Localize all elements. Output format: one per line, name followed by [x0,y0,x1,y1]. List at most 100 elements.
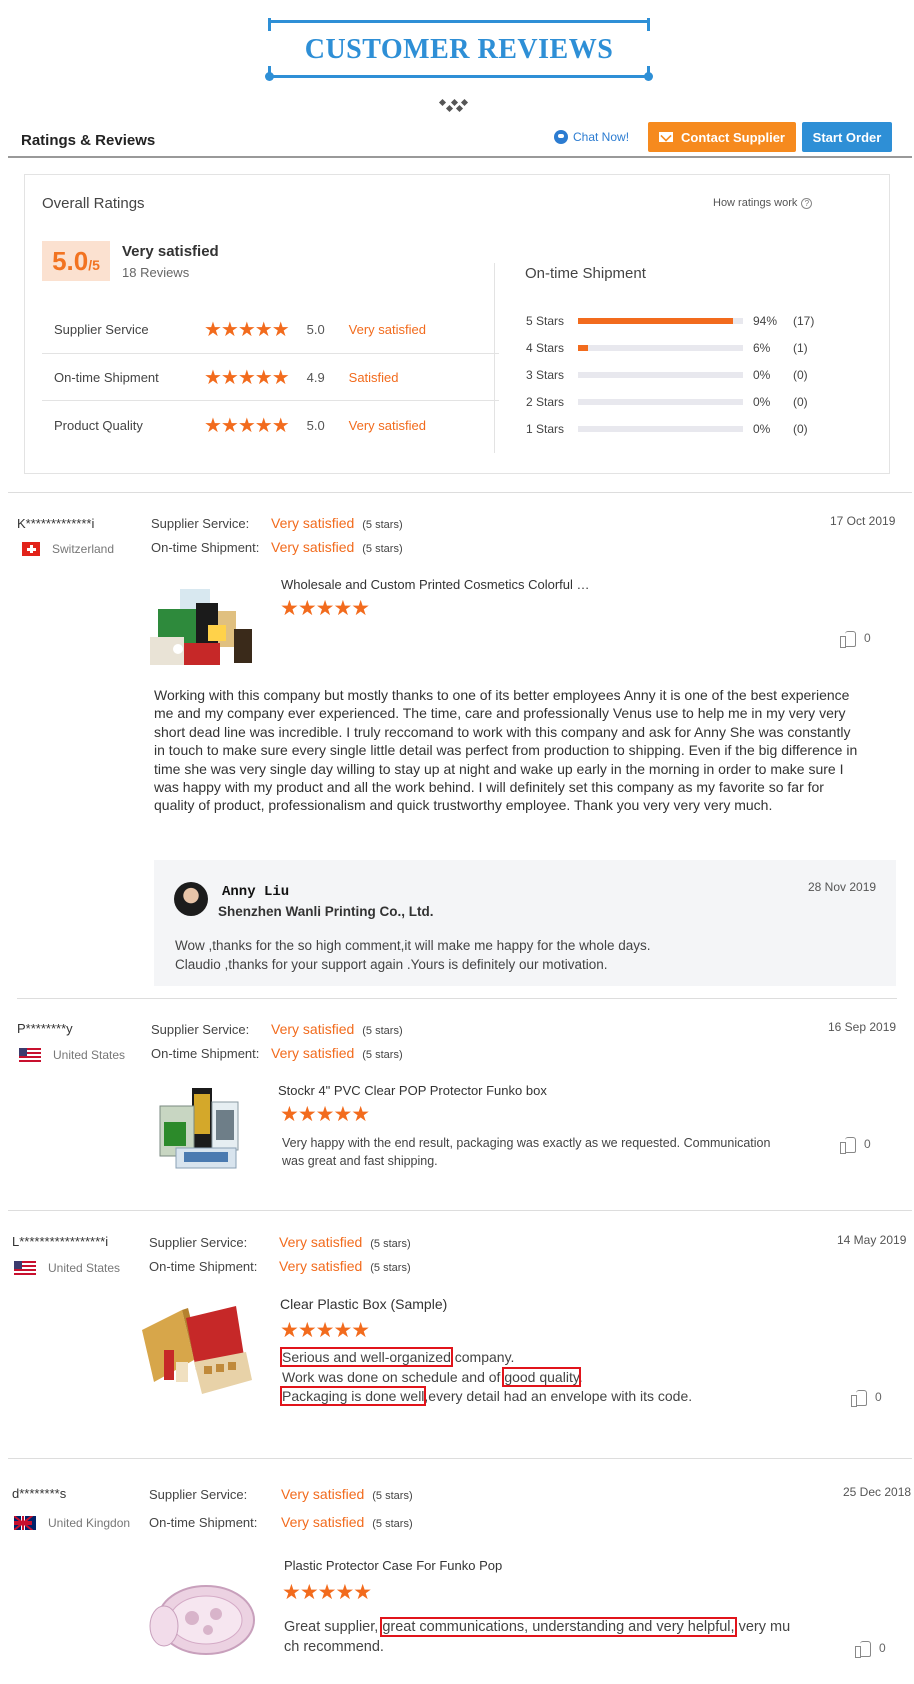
reply-company: Shenzhen Wanli Printing Co., Ltd. [218,904,434,919]
start-order-label: Start Order [812,129,882,145]
bar-track [578,345,743,351]
rating-desc: Very satisfied [348,321,426,337]
overall-ratings-title: Overall Ratings [42,195,145,212]
product-image[interactable] [136,1300,256,1400]
highlight-box: great communications, understanding and … [380,1617,737,1637]
reply-line: Wow ,thanks for the so high comment,it w… [175,938,651,953]
star-rating-icon: ★★★★★ [204,318,290,341]
avatar [174,882,208,916]
banner-title: CUSTOMER REVIEWS [304,34,614,65]
meta-value: Very satisfied [271,1021,355,1037]
reply-author: Anny Liu [222,884,290,900]
rating-desc: Satisfied [348,369,399,385]
meta-label: On-time Shipment: [151,540,260,555]
review-text: Working with this company but mostly tha… [154,687,858,814]
shipment-line: On-time Shipment: Very satisfied (5 star… [149,1258,411,1274]
bar-row-3-stars: 3 Stars 0% (0) [526,366,808,384]
country-label: United Kingdon [48,1516,131,1530]
bar-track [578,372,743,378]
star-rating-icon: ★★★★★ [280,1319,370,1342]
product-title[interactable]: Plastic Protector Case For Funko Pop [284,1558,502,1573]
bar-fill [578,345,588,351]
country-label: United States [53,1048,126,1062]
meta-value: Very satisfied [281,1514,365,1530]
reviewer-country: United States [19,1048,125,1062]
panel-divider [494,263,495,453]
country-label: Switzerland [52,542,115,556]
reviews-count: 18 Reviews [122,265,190,280]
shipment-title: On-time Shipment [525,265,646,282]
like-count: 0 [875,1390,882,1404]
like-button[interactable]: 0 [851,1389,882,1407]
like-button[interactable]: 0 [840,1136,871,1154]
shipment-line: On-time Shipment: Very satisfied (5 star… [151,539,403,555]
product-image[interactable] [156,1088,246,1174]
highlight-box: Serious and well-organized [280,1347,453,1367]
rating-value: 5.0 [306,321,325,337]
meta-stars: (5 stars) [372,1518,413,1530]
bar-label: 5 Stars [526,314,565,328]
review-line: Serious and well-organized company. [280,1347,515,1367]
review-line: Packaging is done well,every detail had … [279,1386,693,1406]
divider [8,1458,912,1459]
thumbs-up-icon [840,1136,856,1154]
bar-label: 1 Stars [526,422,565,436]
overall-ratings-panel: Overall Ratings How ratings work ? 5.0 /… [24,174,890,474]
review-date: 25 Dec 2018 [843,1485,912,1499]
review-text: Great supplier, great communications, un… [284,1617,790,1657]
rating-value: 4.9 [306,369,325,385]
uk-flag-icon [14,1516,36,1530]
bar-fill [578,318,734,324]
how-ratings-work-link[interactable]: How ratings work ? [713,197,813,209]
review-line: ch recommend. [284,1639,384,1655]
reviewer-name: K*************i [17,516,95,531]
review-line: Great supplier, great communications, un… [284,1617,791,1637]
review-text: Very happy with the end result, packagin… [282,1134,770,1170]
product-image[interactable] [148,1580,258,1660]
highlight-box: good quality [502,1366,581,1387]
bar-percent: 6% [753,341,771,355]
meta-stars: (5 stars) [362,543,403,555]
shipment-line: On-time Shipment: Very satisfied (5 star… [151,1045,403,1061]
contact-supplier-button[interactable]: Contact Supplier [648,122,796,152]
divider [17,998,897,999]
product-title[interactable]: Wholesale and Custom Printed Cosmetics C… [281,577,590,592]
score-badge: 5.0 /5 [42,241,110,281]
like-button[interactable]: 0 [855,1640,886,1658]
rating-desc: Very satisfied [348,417,426,433]
bar-count: (1) [793,341,808,355]
star-rating-icon: ★★★★★ [280,1103,370,1126]
product-title[interactable]: Stockr 4" PVC Clear POP Protector Funko … [278,1083,547,1098]
star-rating-icon: ★★★★★ [282,1581,372,1604]
score-max: /5 [88,257,100,273]
reply-text: Wow ,thanks for the so high comment,it w… [175,936,650,974]
meta-label: On-time Shipment: [149,1259,258,1274]
thumbs-up-icon [840,630,856,648]
supplier-service-line: Supplier Service: Very satisfied (5 star… [151,1021,403,1037]
bar-label: 4 Stars [526,341,565,355]
start-order-button[interactable]: Start Order [802,122,892,152]
meta-stars: (5 stars) [370,1238,411,1250]
reviewer-country: Switzerland [22,542,114,556]
thumbs-up-icon [851,1389,867,1407]
chat-now-link[interactable]: Chat Now! [554,130,629,144]
bar-track [578,399,743,405]
chat-bubble-icon [554,130,568,144]
reviewer-name: P********y [17,1021,73,1036]
like-count: 0 [864,1137,871,1151]
banner: CUSTOMER REVIEWS [0,0,914,130]
like-count: 0 [879,1641,886,1655]
bar-count: (0) [793,395,808,409]
usa-flag-icon [14,1261,36,1275]
product-title[interactable]: Clear Plastic Box (Sample) [280,1296,447,1312]
product-image[interactable] [150,585,256,669]
like-button[interactable]: 0 [840,630,871,648]
meta-value: Very satisfied [271,539,355,555]
rating-value: 5.0 [306,417,325,433]
meta-label: On-time Shipment: [151,1046,260,1061]
meta-stars: (5 stars) [362,1025,403,1037]
bar-label: 2 Stars [526,395,565,409]
like-count: 0 [864,631,871,645]
diamond-ornament-icon [438,98,469,114]
overall-score-desc: Very satisfied [122,243,219,260]
